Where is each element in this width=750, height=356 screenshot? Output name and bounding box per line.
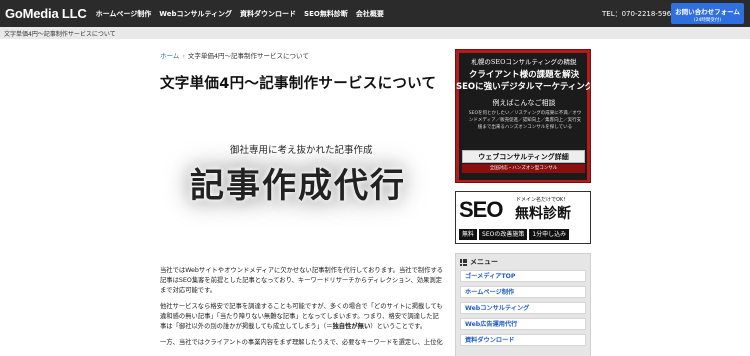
sidebar-item-top[interactable]: ゴーメディアTOP [460, 270, 586, 282]
article-body: 当社ではWebサイトやオウンドメディアに欠かせない記事制作を代行しております。当… [160, 266, 445, 354]
banner-description: SEOを何とかしたい／リスティングの成果に不満／オウンドメディア／販売促進／認知… [468, 111, 582, 130]
breadcrumb-home-link[interactable]: ホーム [160, 52, 179, 60]
contact-button-sublabel: (24時間受付) [693, 18, 722, 23]
nav-item-web-consulting[interactable]: Webコンサルティング [159, 9, 232, 19]
page-title: 文字単価4円〜記事制作サービスについて [160, 76, 437, 92]
breadcrumb-current: 文字単価4円〜記事制作サービスについて [187, 52, 309, 60]
sidebar-item-download[interactable]: 資料ダウンロード [460, 334, 586, 346]
banner-line-2: クライアント様の課題を解決 [468, 70, 580, 80]
seo-tag: SEOの改善施策 [479, 229, 528, 240]
seo-banner-title: 無料診断 [515, 206, 571, 222]
grid-icon [460, 258, 467, 266]
site-logo[interactable]: GoMedia LLC [5, 6, 87, 21]
article-paragraph-2: 他社サービスなら格安で記事を調達することも可能ですが、多くの場合で「どのサイトに… [160, 303, 443, 330]
sidebar-menu-header: メニュー [456, 254, 590, 270]
seo-tag: 無料 [459, 229, 478, 240]
consulting-detail-button[interactable]: ウェブコンサルティング詳細 [462, 150, 585, 163]
banner-line-1: 札幌のSEOコンサルティングの精鋭 [471, 58, 577, 66]
emphasis-text: 独自性が無い [332, 323, 371, 330]
seo-banner-logo: SEO [459, 197, 503, 222]
top-breadcrumb-bar: 文字単価4円〜記事制作サービスについて [0, 27, 750, 39]
sidebar-item-web-ads[interactable]: Web広告運用代行 [460, 318, 586, 330]
sidebar-menu: メニュー ゴーメディアTOP ホームページ制作 Webコンサルティング Web広… [455, 253, 591, 356]
article-paragraph-3: 一方、当社ではクライアントの事業内容をまず理解したうえで、必要なキーワードを選定… [160, 339, 443, 346]
hero-title: 記事作成代行 [190, 166, 406, 206]
sidebar-menu-title: メニュー [470, 258, 498, 266]
contact-button-label: お問い合わせフォーム [675, 8, 740, 16]
sidebar-item-homepage[interactable]: ホームページ制作 [460, 286, 586, 298]
contact-form-button[interactable]: お問い合わせフォーム (24時間受付) [671, 3, 744, 24]
sidebar-item-web-consulting[interactable]: Webコンサルティング [460, 302, 586, 314]
seo-banner-note: ドメイン名だけでOK! [516, 197, 566, 203]
banner-line-4: 例えばこんなご相談 [492, 99, 556, 107]
hero-subtitle: 御社専用に考え抜かれた記事作成 [230, 145, 373, 156]
consulting-detail-sub: 全国対応・ハンズオン型コンサル [462, 164, 585, 173]
seo-diagnosis-banner[interactable]: SEO ドメイン名だけでOK! 無料診断 無料 SEOの改善施策 1分申し込み [455, 191, 591, 244]
banner-line-3: SEOに強いデジタルマーケティング [456, 82, 591, 92]
site-header: GoMedia LLC ホームページ制作 Webコンサルティング 資料ダウンロー… [0, 0, 750, 27]
nav-item-homepage[interactable]: ホームページ制作 [96, 9, 152, 19]
nav-item-company[interactable]: 会社概要 [356, 9, 384, 19]
nav-item-seo-diagnosis[interactable]: SEO無料診断 [304, 9, 348, 19]
main-nav: ホームページ制作 Webコンサルティング 資料ダウンロード SEO無料診断 会社… [96, 9, 392, 19]
seo-tag: 1分申し込み [529, 229, 570, 240]
consulting-banner[interactable]: 札幌のSEOコンサルティングの精鋭 クライアント様の課題を解決 SEOに強いデジ… [455, 49, 591, 183]
breadcrumb: ホーム › 文字単価4円〜記事制作サービスについて [160, 50, 309, 60]
seo-banner-tags: 無料 SEOの改善施策 1分申し込み [459, 229, 571, 240]
article-paragraph-1: 当社ではWebサイトやオウンドメディアに欠かせない記事制作を代行しております。当… [160, 267, 444, 294]
breadcrumb-separator: › [182, 52, 185, 60]
hero-image: 御社専用に考え抜かれた記事作成 記事作成代行 [160, 110, 445, 245]
nav-item-download[interactable]: 資料ダウンロード [240, 9, 296, 19]
top-breadcrumb-text: 文字単価4円〜記事制作サービスについて [4, 31, 116, 38]
phone-number[interactable]: TEL：070-2218-5962 [602, 9, 676, 19]
